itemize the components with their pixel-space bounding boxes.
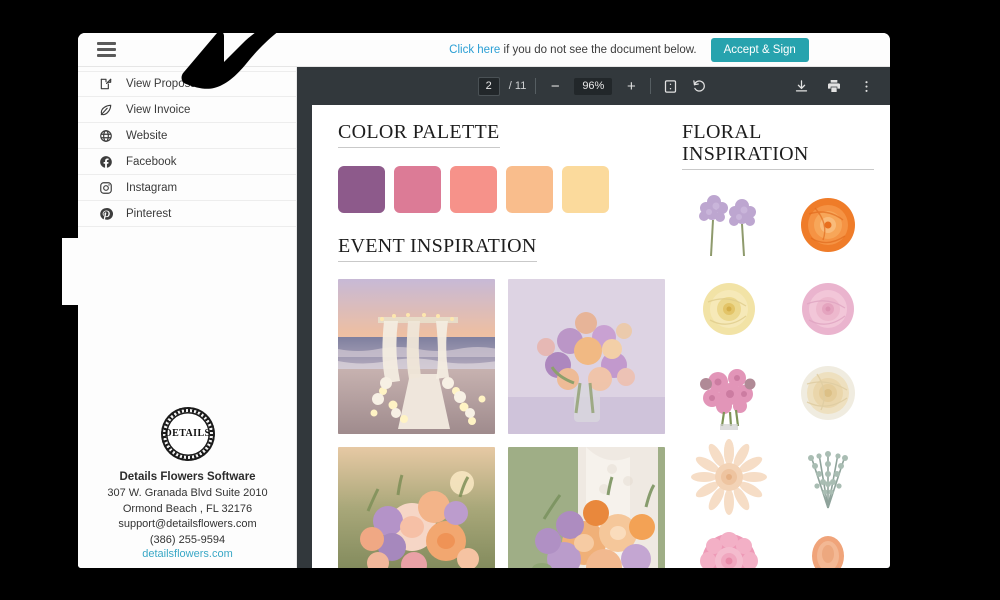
proposal-icon (98, 77, 113, 92)
sidebar-item-instagram[interactable]: Instagram (78, 175, 296, 201)
pdf-toolbar-right (794, 67, 874, 105)
flower-orange-rose (781, 186, 874, 264)
flower-pink-rose (781, 270, 874, 348)
sidebar-item-label: View Invoice (126, 103, 191, 116)
floral-inspiration-heading: FLORAL INSPIRATION (682, 121, 874, 170)
swatch-rose (394, 166, 441, 213)
rotate-icon[interactable] (689, 76, 709, 96)
toolbar-divider (650, 78, 652, 94)
page-number-input[interactable]: 2 (477, 76, 500, 96)
top-bar-center: Click here if you do not see the documen… (368, 33, 890, 67)
document-right-column: FLORAL INSPIRATION (682, 121, 874, 568)
flower-pink-chrysanthemums (682, 354, 775, 432)
more-options-icon[interactable] (859, 79, 874, 94)
sidebar-menu: View Proposal View Invoice Website Faceb… (78, 67, 296, 227)
floral-inspiration-grid (682, 186, 874, 568)
sidebar-item-view-invoice[interactable]: View Invoice (78, 97, 296, 123)
zoom-out-button[interactable]: − (545, 76, 565, 96)
swatch-salmon (450, 166, 497, 213)
event-image-bride-bouquet (508, 447, 665, 568)
company-phone: (386) 255-9594 (149, 533, 226, 546)
page-total-label: / 11 (508, 80, 527, 92)
sidebar: View Proposal View Invoice Website Faceb… (78, 67, 297, 568)
invoice-icon (98, 102, 113, 117)
instagram-icon (98, 180, 113, 195)
zoom-in-button[interactable]: + (621, 76, 641, 96)
print-icon[interactable] (826, 78, 842, 94)
swatch-peach (506, 166, 553, 213)
event-inspiration-images (338, 279, 678, 568)
company-email[interactable]: support@detailsflowers.com (78, 517, 297, 533)
swatch-plum (338, 166, 385, 213)
event-image-floral-arrangement (508, 279, 665, 434)
sidebar-item-label: View Proposal (126, 78, 200, 90)
flower-yellow-rose (682, 270, 775, 348)
hamburger-icon[interactable] (97, 42, 116, 57)
logo-text: DETAILS (164, 428, 211, 439)
company-address-line2: Ormond Beach , FL 32176 (122, 502, 253, 515)
flower-pink-peony (682, 522, 775, 568)
sidebar-item-view-proposal[interactable]: View Proposal (78, 71, 296, 97)
sidebar-item-label: Facebook (126, 155, 177, 168)
company-name: Details Flowers Software (119, 471, 256, 483)
globe-icon (98, 128, 113, 143)
document-left-column: COLOR PALETTE EVENT INSPIRATION (338, 121, 678, 568)
company-website-link[interactable]: detailsflowers.com (78, 548, 297, 560)
pinterest-icon (98, 206, 113, 221)
fit-page-icon[interactable] (660, 76, 680, 96)
sidebar-item-label: Website (126, 129, 168, 142)
sidebar-item-label: Pinterest (126, 207, 172, 220)
notice-text: if you do not see the document below. (500, 44, 697, 56)
event-image-field-bouquet (338, 447, 495, 568)
document-page[interactable]: COLOR PALETTE EVENT INSPIRATION FLORAL I… (312, 105, 890, 568)
accept-and-sign-button[interactable]: Accept & Sign (710, 38, 809, 62)
app-window: Click here if you do not see the documen… (78, 33, 890, 568)
flower-lilac-stems (682, 186, 775, 264)
document-notice: Click here if you do not see the documen… (449, 44, 696, 56)
sidebar-item-label: Instagram (126, 181, 178, 194)
company-address-line1: 307 W. Granada Blvd Suite 2010 (107, 487, 268, 499)
top-bar: Click here if you do not see the documen… (78, 33, 890, 67)
facebook-icon (98, 154, 113, 169)
flower-peach-rose-bud (781, 522, 874, 568)
color-palette-swatches (338, 166, 678, 213)
pdf-toolbar: 2 / 11 − 96% + (297, 67, 890, 105)
pdf-viewer: 2 / 11 − 96% + COLOR PALETTE EVENT INSPI… (297, 67, 890, 568)
event-image-beach-ceremony (338, 279, 495, 434)
color-palette-heading: COLOR PALETTE (338, 121, 500, 148)
click-here-link[interactable]: Click here (449, 44, 500, 56)
sidebar-item-website[interactable]: Website (78, 123, 296, 149)
download-icon[interactable] (794, 79, 809, 94)
sidebar-brand-footer: DETAILS Details Flowers Software 307 W. … (78, 407, 297, 560)
sidebar-item-facebook[interactable]: Facebook (78, 149, 296, 175)
details-logo: DETAILS (160, 407, 215, 461)
sidebar-item-pinterest[interactable]: Pinterest (78, 201, 296, 227)
swatch-butter (562, 166, 609, 213)
event-inspiration-heading: EVENT INSPIRATION (338, 235, 537, 262)
zoom-level-display[interactable]: 96% (574, 77, 613, 95)
flower-dusty-miller (781, 438, 874, 516)
overlay-panel (62, 238, 80, 305)
flower-peach-dahlia (682, 438, 775, 516)
flower-cream-garden-rose (781, 354, 874, 432)
toolbar-divider (535, 78, 537, 94)
